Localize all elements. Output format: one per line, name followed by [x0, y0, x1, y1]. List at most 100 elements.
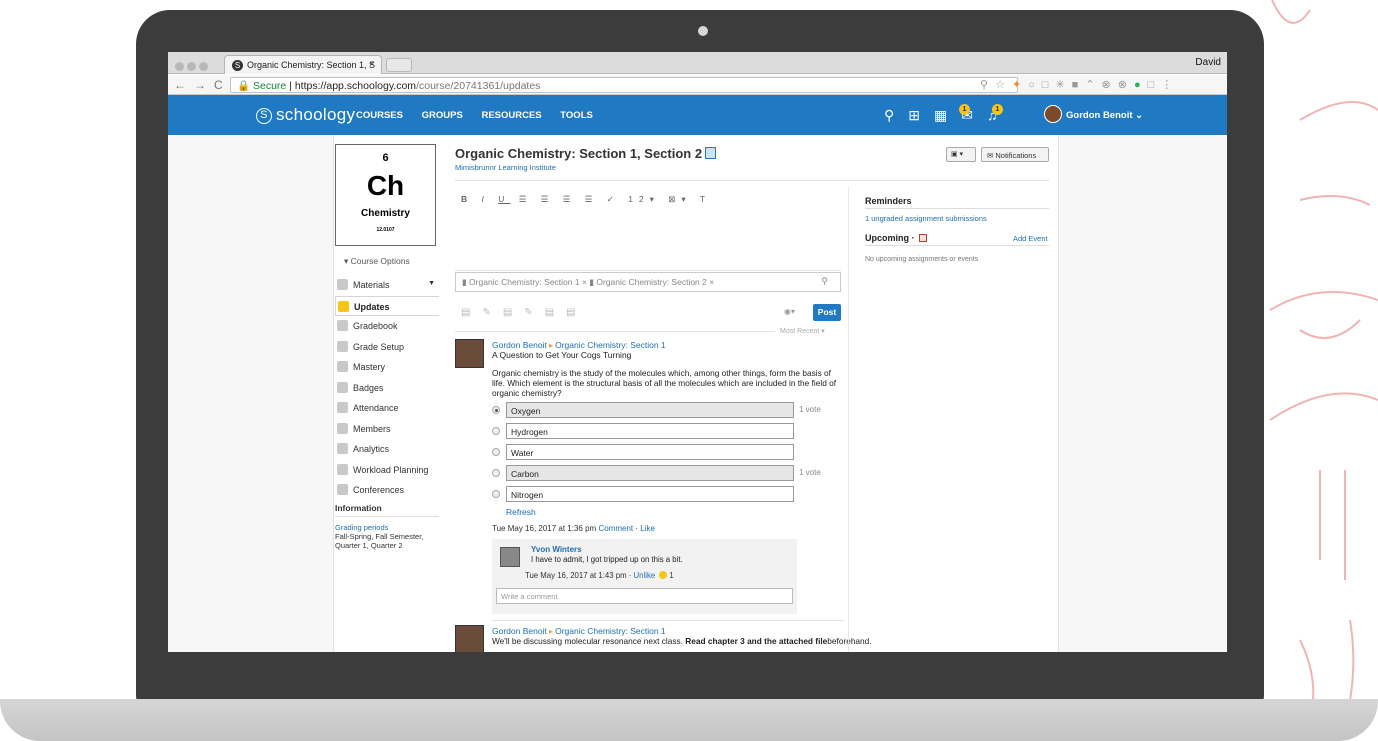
url-path: /course/20741361/updates [416, 80, 541, 92]
sidebar-item-members[interactable]: Members [335, 419, 439, 440]
conferences-icon [337, 484, 348, 495]
zoom-icon[interactable]: ⚲ [980, 79, 995, 91]
visibility-icon[interactable]: ◉▾ [784, 307, 795, 316]
sort-dropdown[interactable]: Most Recent ▾ [780, 327, 825, 335]
font-size-select[interactable]: 12 [628, 194, 649, 204]
editor-toolbar[interactable]: B I U ☰ ☰ ☰ ☰ ✓ 12▾ ⊠▾ T [461, 194, 711, 205]
nav-buttons[interactable]: ←→C [174, 78, 231, 92]
post-body: We'll be discussing molecular resonance … [492, 636, 872, 646]
upcoming-heading: Upcoming · [865, 233, 927, 243]
sidebar-item-label: Mastery [353, 362, 386, 372]
arrow-right-icon: ▸ [548, 340, 554, 350]
apps-grid-icon[interactable]: ⊞ [908, 107, 934, 123]
nav-resources[interactable]: RESOURCES [481, 110, 541, 121]
user-menu[interactable]: Gordon Benoit ⌄ [1044, 105, 1143, 123]
notifications-button-label: Notifications [995, 151, 1037, 160]
author-avatar[interactable] [455, 625, 484, 652]
materials-icon [337, 279, 348, 290]
analytics-icon [337, 443, 348, 454]
attachment-icons[interactable]: ▤✎▤✎▤▤ [461, 307, 588, 318]
sidebar-item-label: Updates [354, 301, 390, 312]
close-tab-icon[interactable]: × [369, 59, 375, 70]
like-link[interactable]: Like [640, 524, 655, 533]
mastery-icon [337, 361, 348, 372]
sidebar-item-badges[interactable]: Badges [335, 378, 439, 399]
calendar-icon[interactable] [919, 234, 927, 242]
star-icon[interactable]: ☆ [995, 79, 1012, 91]
search-icon[interactable]: ⚲ [884, 107, 908, 123]
author-link[interactable]: Gordon Benoit [492, 340, 547, 350]
author-avatar[interactable] [455, 339, 484, 368]
unlike-link[interactable]: Unlike [634, 571, 656, 580]
recipient-tag-1[interactable]: Organic Chemistry: Section 1 [469, 277, 580, 287]
nav-tools[interactable]: TOOLS [560, 110, 593, 121]
radio-icon[interactable] [492, 469, 500, 477]
course-title: Organic Chemistry: Section 1, Section 2 [455, 146, 703, 161]
sidebar-item-label: Conferences [353, 485, 405, 495]
user-menu-name: Gordon Benoit [1066, 110, 1133, 121]
radio-selected-icon[interactable] [492, 406, 500, 414]
schoology-nav: Sschoology COURSES GROUPS RESOURCES TOOL… [168, 95, 1227, 135]
nav-courses[interactable]: COURSES [356, 110, 403, 121]
gradebook-icon [337, 320, 348, 331]
commenter-name[interactable]: Yvon Winters [531, 545, 582, 554]
sidebar-item-updates[interactable]: Updates [335, 295, 439, 316]
calendar-icon[interactable]: ▦ [934, 107, 961, 123]
sidebar-item-mastery[interactable]: Mastery [335, 357, 439, 378]
recipient-field[interactable]: ▮ Organic Chemistry: Section 1 × ▮ Organ… [455, 272, 841, 292]
schoology-logo[interactable]: Sschoology [256, 105, 355, 125]
extension-icon[interactable]: ✦ [1012, 79, 1028, 91]
search-icon[interactable]: ⚲ [821, 276, 828, 287]
url-field[interactable]: 🔒 Secure | https://app.schoology.com/cou… [230, 77, 1018, 93]
comment-link[interactable]: Comment [598, 524, 633, 533]
sidebar-item-label: Grade Setup [353, 341, 405, 352]
sidebar-item-analytics[interactable]: Analytics [335, 439, 439, 460]
poll-option-label: Oxygen [506, 402, 794, 418]
sidebar-item-workload-planning[interactable]: Workload Planning [335, 460, 439, 481]
window-controls[interactable] [175, 58, 211, 76]
feed-divider [455, 331, 775, 332]
caret-down-icon[interactable]: ▼ [428, 280, 435, 287]
browser-tab[interactable]: S Organic Chemistry: Section 1, S × [224, 55, 382, 74]
notifications-button[interactable]: ✉ Notifications [981, 147, 1049, 162]
reminder-link[interactable]: 1 ungraded assignment submissions [865, 214, 987, 223]
url-host: https://app.schoology.com [294, 80, 417, 92]
browser-user[interactable]: David [1195, 57, 1221, 68]
author-link[interactable]: Gordon Benoit [492, 626, 547, 636]
recipient-tag-2[interactable]: Organic Chemistry: Section 2 [596, 277, 707, 287]
schoology-favicon-icon: S [232, 60, 243, 71]
add-event-link[interactable]: Add Event [1013, 234, 1048, 243]
post-button[interactable]: Post [813, 304, 841, 321]
upcoming-empty: No upcoming assignments or events [865, 256, 979, 263]
forward-icon[interactable]: → [194, 78, 214, 92]
reload-icon[interactable]: C [214, 78, 231, 92]
view-toggle-button[interactable]: ▣ ▾ [946, 147, 976, 162]
target-link[interactable]: Organic Chemistry: Section 1 [555, 340, 666, 350]
nav-groups[interactable]: GROUPS [422, 110, 463, 121]
extension-icons[interactable]: ⚲☆✦○□✳■⌃⊗⊗●□⋮ [980, 78, 1179, 91]
comment-input[interactable]: Write a comment [496, 588, 793, 604]
grammarly-icon[interactable]: ● [1134, 79, 1148, 91]
refresh-link[interactable]: Refresh [506, 507, 536, 517]
commenter-avatar[interactable] [500, 547, 520, 567]
sidebar-item-gradebook[interactable]: Gradebook [335, 316, 439, 337]
school-link[interactable]: Mimisbrunnr Learning Institute [455, 163, 556, 172]
grading-periods-label[interactable]: Grading periods [335, 523, 439, 532]
comment-text: I have to admit, I got tripped up on thi… [531, 555, 683, 564]
target-link[interactable]: Organic Chemistry: Section 1 [555, 626, 666, 636]
sidebar-item-grade-setup[interactable]: Grade Setup [335, 337, 439, 358]
sidebar-item-label: Badges [353, 382, 384, 393]
course-options[interactable]: ▾ Course Options [344, 256, 410, 267]
sidebar-item-label: Members [353, 423, 391, 434]
radio-icon[interactable] [492, 490, 500, 498]
book-icon [705, 147, 717, 159]
sidebar-item-attendance[interactable]: Attendance [335, 398, 439, 419]
grade-setup-icon [337, 340, 348, 352]
sidebar-item-materials[interactable]: Materials ▼ [335, 275, 439, 296]
back-icon[interactable]: ← [174, 78, 194, 92]
sidebar-item-conferences[interactable]: Conferences [335, 480, 439, 501]
radio-icon[interactable] [492, 427, 500, 435]
sidebar-item-label: Workload Planning [353, 464, 429, 475]
radio-icon[interactable] [492, 448, 500, 456]
new-tab-button[interactable] [386, 58, 412, 72]
